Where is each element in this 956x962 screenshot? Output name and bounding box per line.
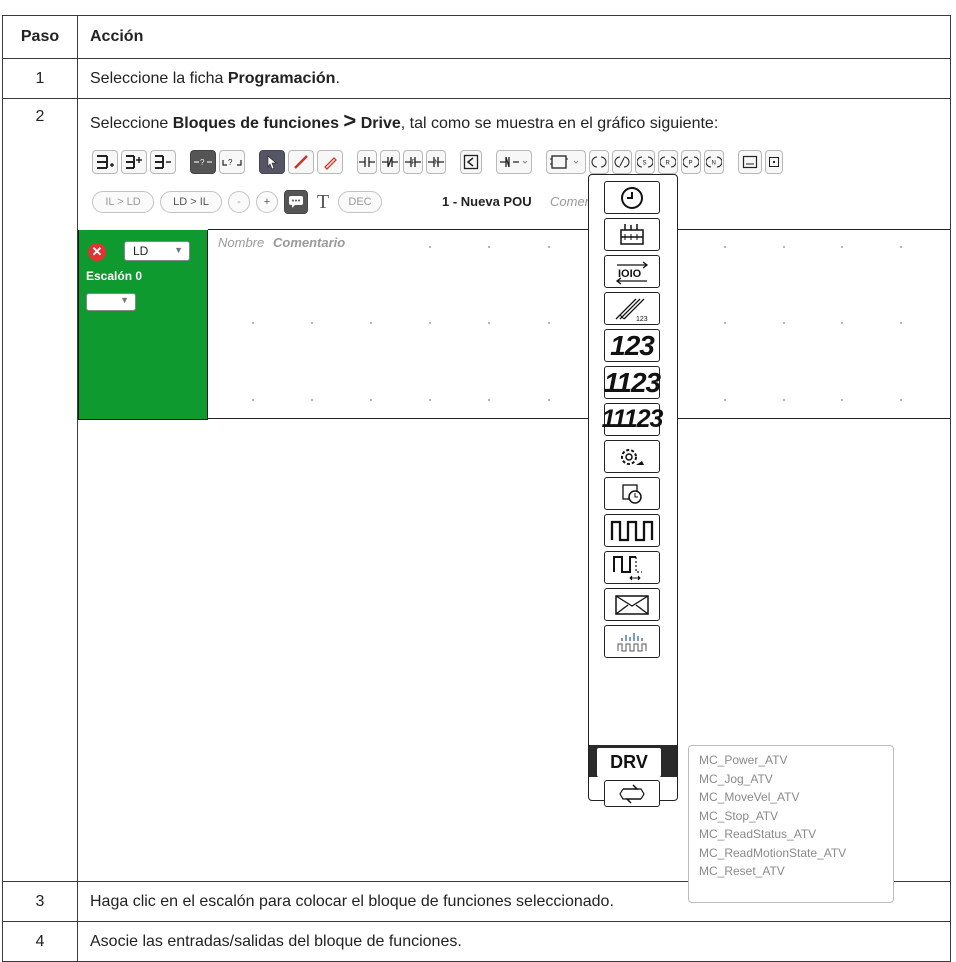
step-action: Asocie las entradas/salidas del bloque d… (77, 921, 951, 962)
zoom-in-button[interactable]: + (256, 191, 278, 213)
int-11123-icon[interactable]: 11123 (602, 403, 663, 436)
editor-top-border (208, 229, 950, 230)
submenu-item[interactable]: MC_Jog_ATV (689, 770, 893, 789)
delete-rung-icon[interactable]: ✕ (88, 243, 106, 261)
int-123-icon[interactable]: 123 (604, 329, 660, 362)
submenu-item[interactable]: MC_Power_ATV (689, 751, 893, 770)
contact-dropdown-icon[interactable] (496, 150, 532, 174)
svg-text:123: 123 (636, 316, 648, 323)
svg-text:S: S (643, 161, 647, 167)
submenu-item[interactable]: MC_Stop_ATV (689, 807, 893, 826)
pwm-icon[interactable] (604, 551, 660, 584)
comment-header: Comen (550, 194, 592, 209)
timer-clock-icon[interactable] (604, 181, 660, 214)
nc-contact-icon[interactable] (380, 150, 400, 174)
function-block-palette: IOIO 123 123 1123 11123 DRV (588, 174, 678, 807)
comment-column-header: Comentario (273, 235, 346, 250)
int-1123-icon[interactable]: 1123 (604, 366, 661, 399)
svg-text:N: N (435, 160, 439, 166)
name-column-header: Nombre (218, 235, 265, 250)
n-contact-icon[interactable]: N (426, 150, 446, 174)
io-transfer-icon[interactable]: IOIO (604, 255, 660, 288)
language-select[interactable]: LD ▼ (124, 241, 190, 261)
insert-rung-below-icon[interactable] (92, 150, 118, 174)
submenu-item[interactable]: MC_ReadStatus_ATV (689, 825, 893, 844)
drive-function-submenu: MC_Power_ATV MC_Jog_ATV MC_MoveVel_ATV M… (688, 745, 894, 903)
coil-icon[interactable] (589, 150, 609, 174)
svg-text:P: P (689, 161, 693, 167)
submenu-item[interactable]: MC_Reset_ATV (689, 862, 893, 881)
reset-coil-icon[interactable]: R (658, 150, 678, 174)
small-box-icon[interactable] (765, 150, 783, 174)
swap-arrows-icon[interactable] (604, 780, 660, 807)
svg-text:?: ? (200, 158, 205, 167)
procedure-table: Paso Acción 1 Seleccione la ficha Progra… (2, 15, 951, 962)
branch-icon[interactable]: ? (219, 150, 245, 174)
main-toolbar: ? ? P N S R P N (92, 148, 783, 176)
eraser-icon[interactable] (317, 150, 343, 174)
motion-gear-icon[interactable] (604, 440, 660, 473)
svg-text:P: P (412, 160, 416, 166)
step-number: 3 (2, 881, 78, 922)
header-step: Paso (2, 15, 78, 59)
ld-to-il-button[interactable]: LD > IL (160, 191, 222, 213)
dec-button[interactable]: DEC (338, 191, 382, 213)
embedded-screenshot: ? ? P N S R P N IL > LD LD > IL - + T DE… (78, 99, 950, 903)
zoom-out-button[interactable]: - (228, 191, 250, 213)
step-number: 4 (2, 921, 78, 962)
pointer-icon[interactable] (259, 150, 285, 174)
svg-text:IOIO: IOIO (618, 268, 642, 280)
rung-label: Escalón 0 (86, 269, 143, 283)
counter-icon[interactable] (604, 218, 660, 251)
svg-text:N: N (712, 161, 716, 167)
svg-text:R: R (666, 161, 671, 167)
p-contact-icon[interactable]: P (403, 150, 423, 174)
rung-header: ✕ LD ▼ Escalón 0 ▼ (78, 230, 208, 420)
no-contact-icon[interactable] (357, 150, 377, 174)
delete-rung-icon[interactable] (150, 150, 176, 174)
clock-chip-icon[interactable] (604, 477, 660, 510)
text-tool-button[interactable]: T (314, 191, 332, 214)
il-to-ld-button[interactable]: IL > LD (92, 191, 154, 213)
step-action: Seleccione la ficha Programación. (77, 58, 951, 99)
pou-title: 1 - Nueva POU (442, 194, 532, 209)
negated-coil-icon[interactable] (612, 150, 632, 174)
header-action: Acción (77, 15, 951, 59)
secondary-toolbar: IL > LD LD > IL - + T DEC (92, 188, 382, 216)
draw-line-icon[interactable] (288, 150, 314, 174)
submenu-item[interactable]: MC_MoveVel_ATV (689, 788, 893, 807)
shift-register-icon[interactable]: 123 (604, 292, 660, 325)
compare-block-icon[interactable] (460, 150, 482, 174)
p-coil-icon[interactable]: P (681, 150, 701, 174)
step-number: 1 (2, 58, 78, 99)
set-coil-icon[interactable]: S (635, 150, 655, 174)
submenu-item[interactable]: MC_ReadMotionState_ATV (689, 844, 893, 863)
data-log-icon[interactable] (604, 625, 660, 658)
step-action: Seleccione Bloques de funciones > Drive,… (77, 98, 951, 903)
drive-category-item[interactable]: DRV (589, 745, 677, 777)
insert-rung-icon[interactable] (121, 150, 147, 174)
comment-icon[interactable] (284, 190, 308, 214)
message-envelope-icon[interactable] (604, 588, 660, 621)
editor-bottom-border (208, 418, 950, 419)
pulse-train-icon[interactable] (604, 514, 660, 547)
function-block-dropdown-icon[interactable] (546, 150, 586, 174)
dark-contact-icon[interactable]: ? (190, 150, 216, 174)
rung-dropdown[interactable]: ▼ (86, 293, 136, 311)
drv-icon: DRV (597, 748, 661, 777)
svg-text:?: ? (228, 158, 233, 167)
step-number: 2 (2, 98, 78, 882)
n-coil-icon[interactable]: N (704, 150, 724, 174)
block-window-icon[interactable] (738, 150, 762, 174)
